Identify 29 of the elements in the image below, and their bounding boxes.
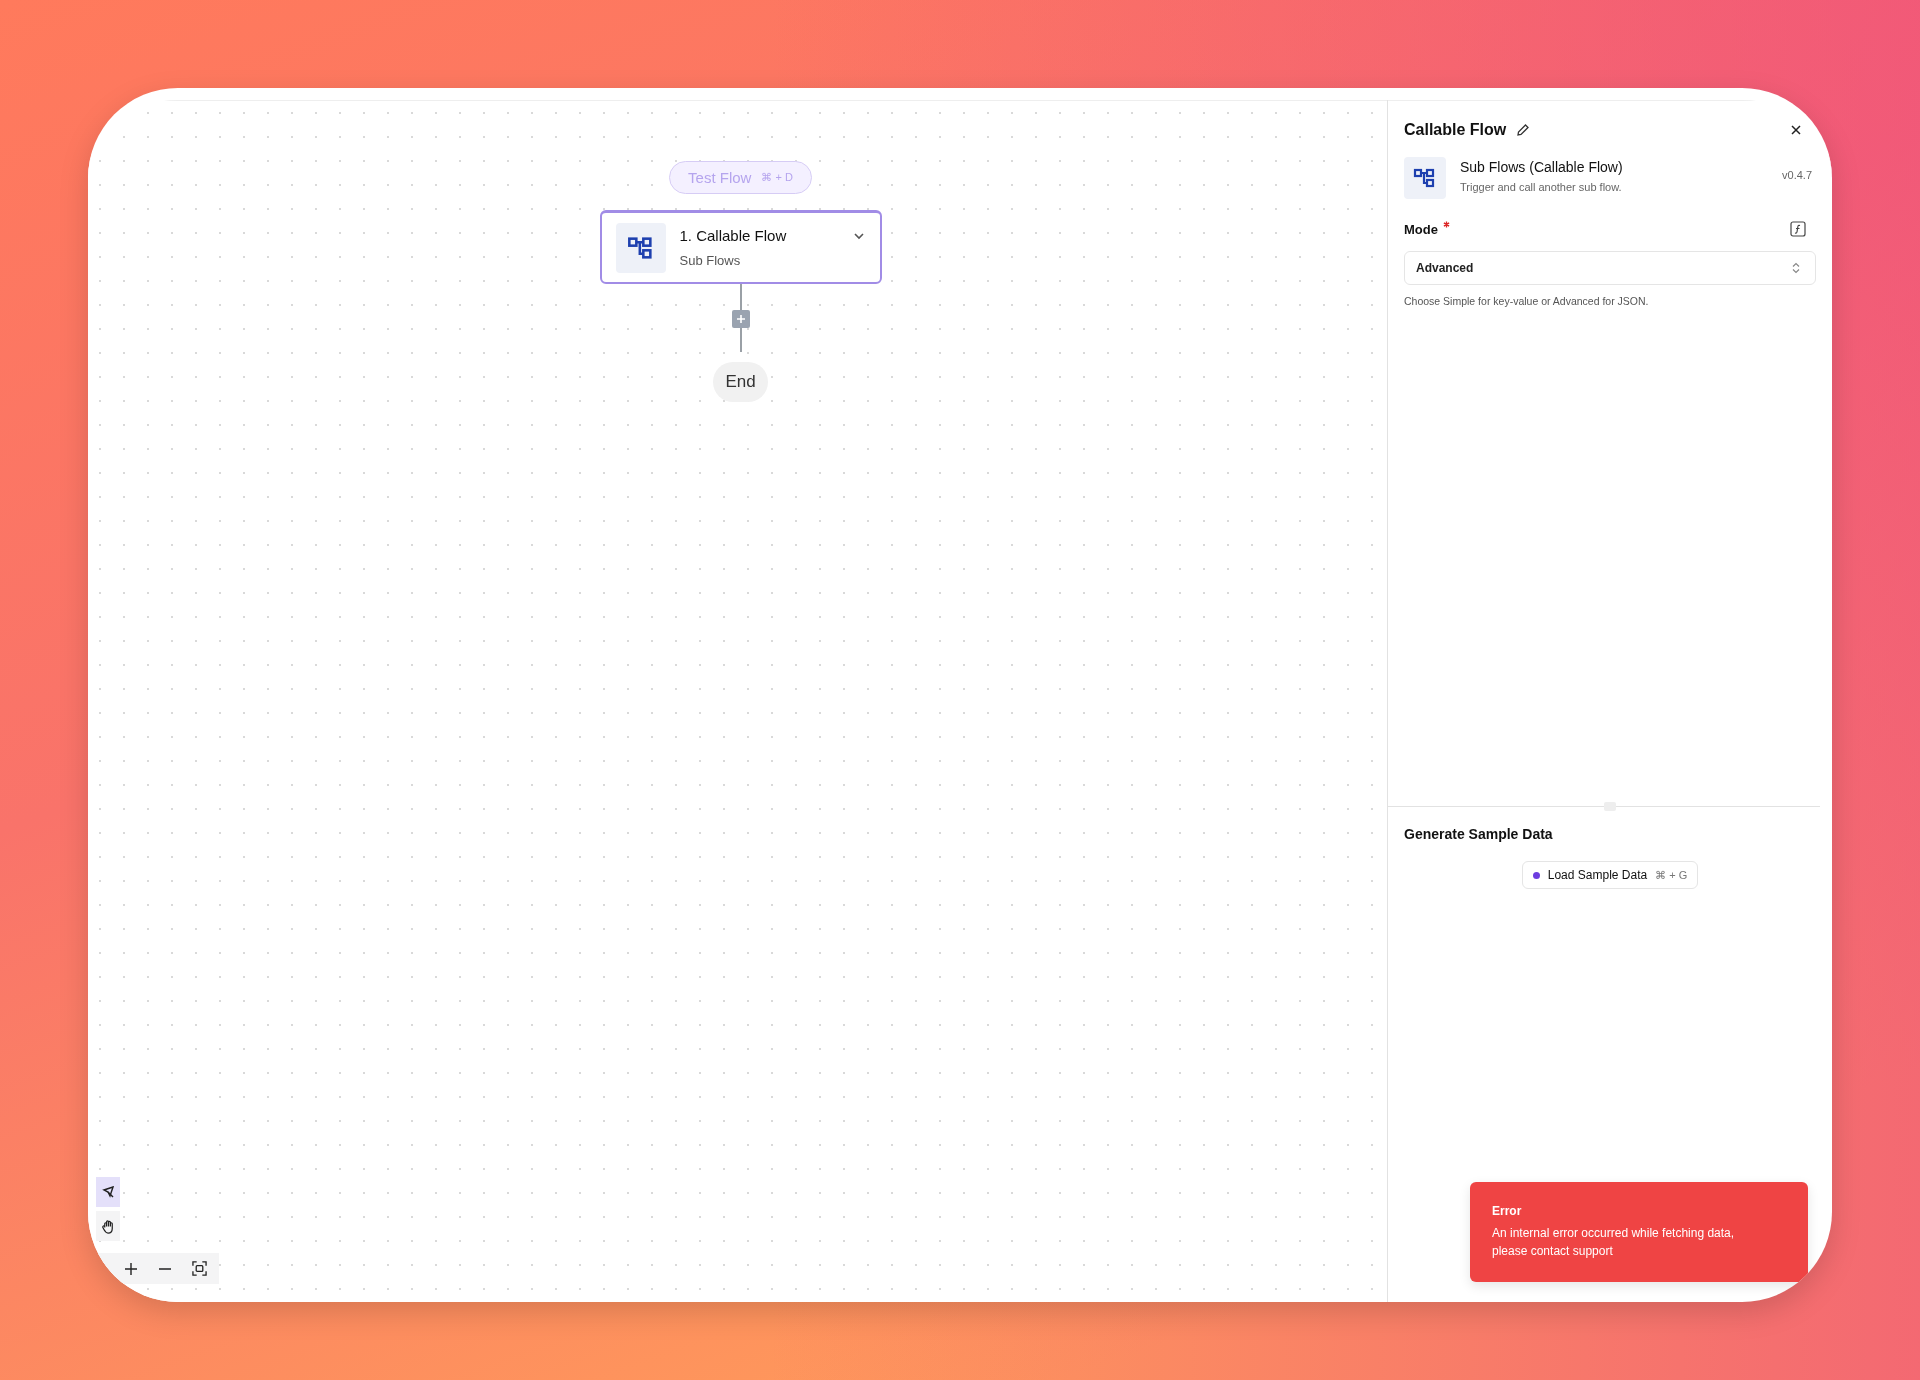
end-node: End <box>713 362 768 402</box>
piece-description: Trigger and call another sub flow. <box>1460 181 1623 193</box>
fit-view-icon[interactable] <box>192 1261 207 1276</box>
plus-icon <box>735 314 746 324</box>
close-icon[interactable] <box>1790 124 1802 136</box>
toast-title: Error <box>1492 1204 1523 1219</box>
pencil-icon[interactable] <box>1516 123 1531 137</box>
pointer-icon <box>101 1185 115 1199</box>
section-title: Generate Sample Data <box>1404 826 1553 842</box>
version-label: v0.4.7 <box>1782 169 1812 181</box>
formula-toggle-icon[interactable] <box>1790 221 1806 237</box>
step-title: 1. Callable Flow <box>679 227 788 244</box>
panel-title: Callable Flow <box>1404 121 1507 139</box>
mode-select[interactable]: Advanced <box>1404 251 1816 285</box>
hand-tool-button[interactable] <box>96 1211 120 1241</box>
flow-tree-icon <box>615 222 666 273</box>
zoom-in-icon[interactable] <box>124 1261 138 1276</box>
toast-message: An internal error occurred while fetching data, please contact support <box>1492 1225 1736 1260</box>
field-label: Mode <box>1404 221 1438 237</box>
flow-tree-icon <box>1404 157 1446 199</box>
add-step-button[interactable] <box>731 310 750 328</box>
piece-name: Sub Flows (Callable Flow) <box>1460 159 1624 175</box>
hand-icon <box>100 1218 116 1234</box>
step-card[interactable]: 1. Callable Flow Sub Flows <box>599 210 882 284</box>
up-down-chevron-icon <box>1791 262 1801 274</box>
field-help-text: Choose Simple for key-value or Advanced for JSON. <box>1404 295 1650 307</box>
load-sample-data-button[interactable]: Load Sample Data ⌘ + G <box>1521 861 1699 889</box>
pointer-tool-button[interactable] <box>96 1177 120 1207</box>
step-subtitle: Sub Flows <box>679 253 742 268</box>
